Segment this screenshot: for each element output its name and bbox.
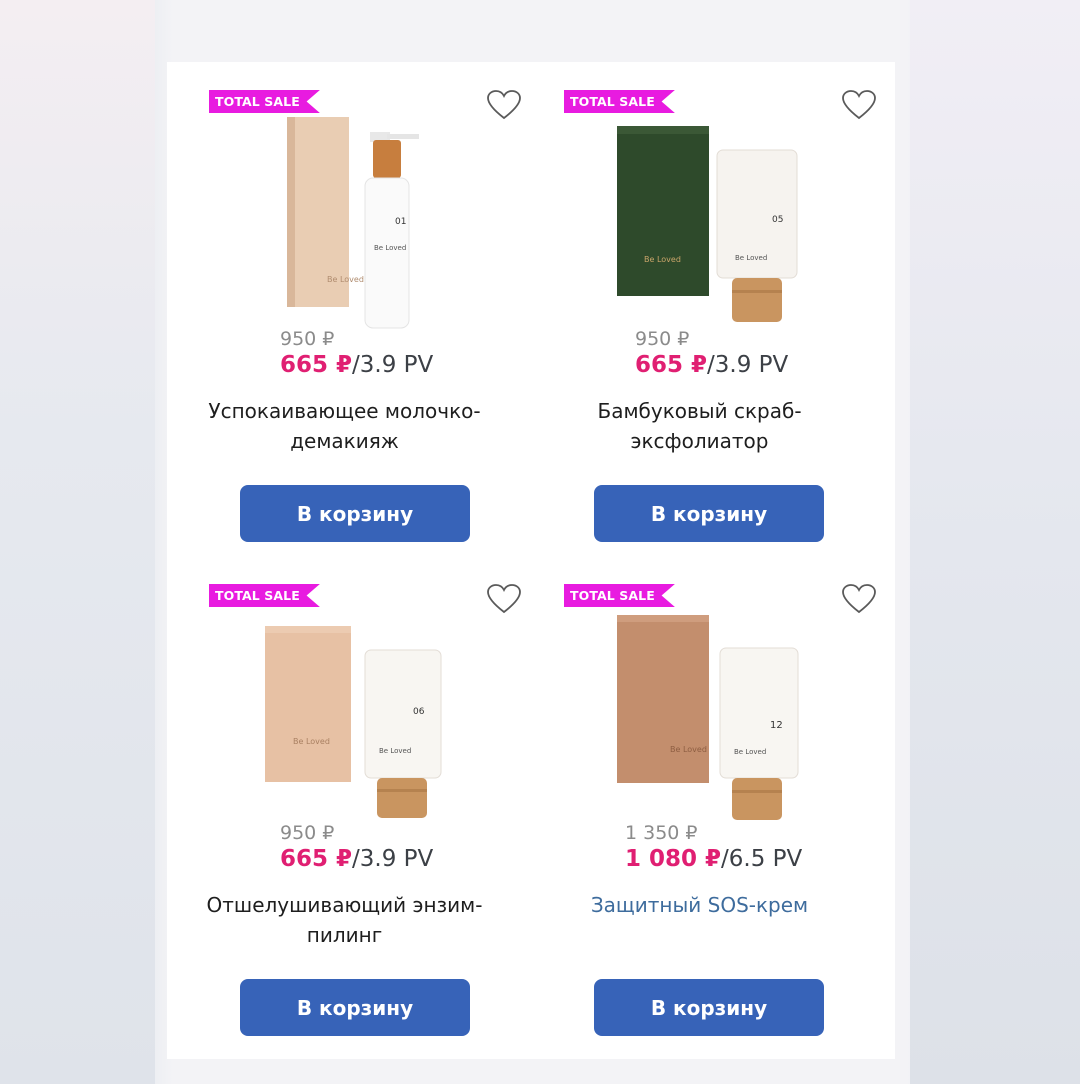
heart-icon[interactable] bbox=[487, 90, 521, 120]
product-bottle bbox=[364, 177, 410, 329]
product-image[interactable]: Be Loved Be Loved 12 bbox=[592, 606, 822, 826]
sale-badge: TOTAL SALE bbox=[564, 584, 675, 607]
sale-price: 1 080 ₽ bbox=[625, 846, 722, 872]
product-card[interactable]: TOTAL SALE Be Loved Be Loved 06 950 ₽ 66… bbox=[167, 556, 522, 1050]
svg-text:12: 12 bbox=[770, 720, 783, 731]
bamboo-cap bbox=[377, 778, 427, 818]
product-box bbox=[617, 126, 709, 296]
pv-value: /6.5 PV bbox=[721, 846, 803, 872]
product-title[interactable]: Защитный SOS-крем bbox=[542, 890, 857, 920]
add-to-cart-button[interactable]: В корзину bbox=[240, 979, 470, 1036]
svg-text:Be Loved: Be Loved bbox=[374, 244, 406, 252]
svg-text:05: 05 bbox=[772, 215, 783, 225]
heart-icon[interactable] bbox=[842, 90, 876, 120]
product-box bbox=[617, 615, 709, 783]
heart-icon[interactable] bbox=[842, 584, 876, 614]
product-title[interactable]: Успокаивающее молочко-демакияж bbox=[187, 396, 502, 456]
svg-text:Be Loved: Be Loved bbox=[293, 737, 330, 746]
sale-price: 665 ₽ bbox=[280, 846, 353, 872]
sale-price: 665 ₽ bbox=[635, 352, 708, 378]
add-to-cart-button[interactable]: В корзину bbox=[594, 979, 824, 1036]
svg-text:Be Loved: Be Loved bbox=[670, 745, 707, 754]
sale-badge: TOTAL SALE bbox=[209, 90, 320, 113]
background-left bbox=[0, 0, 155, 1084]
background-right bbox=[910, 0, 1080, 1084]
product-title[interactable]: Бамбуковый скраб-эксфолиатор bbox=[542, 396, 857, 456]
svg-text:Be Loved: Be Loved bbox=[735, 254, 767, 262]
product-title[interactable]: Отшелушивающий энзим-пилинг bbox=[187, 890, 502, 950]
svg-text:Be Loved: Be Loved bbox=[734, 748, 766, 756]
product-card[interactable]: TOTAL SALE Be Loved Be Loved 01 950 ₽ 66… bbox=[167, 62, 522, 556]
product-tube bbox=[719, 647, 799, 779]
product-tube bbox=[364, 649, 442, 779]
pv-value: /3.9 PV bbox=[352, 846, 434, 872]
product-card[interactable]: TOTAL SALE Be Loved Be Loved 12 1 350 ₽ … bbox=[522, 556, 877, 1050]
product-image[interactable]: Be Loved Be Loved 06 bbox=[237, 606, 467, 826]
product-image[interactable]: Be Loved Be Loved 05 bbox=[592, 112, 822, 332]
bamboo-cap bbox=[732, 278, 782, 322]
add-to-cart-button[interactable]: В корзину bbox=[594, 485, 824, 542]
product-grid: TOTAL SALE Be Loved Be Loved 01 950 ₽ 66… bbox=[167, 62, 895, 1059]
sale-badge: TOTAL SALE bbox=[209, 584, 320, 607]
product-image[interactable]: Be Loved Be Loved 01 bbox=[237, 112, 467, 332]
svg-text:06: 06 bbox=[413, 707, 425, 717]
product-card[interactable]: TOTAL SALE Be Loved Be Loved 05 950 ₽ 66… bbox=[522, 62, 877, 556]
product-box bbox=[265, 626, 351, 782]
add-to-cart-button[interactable]: В корзину bbox=[240, 485, 470, 542]
sale-badge: TOTAL SALE bbox=[564, 90, 675, 113]
sale-price: 665 ₽ bbox=[280, 352, 353, 378]
pv-value: /3.9 PV bbox=[352, 352, 434, 378]
bamboo-cap bbox=[732, 778, 782, 820]
svg-text:Be Loved: Be Loved bbox=[379, 747, 411, 755]
svg-text:Be Loved: Be Loved bbox=[327, 275, 364, 284]
svg-text:Be Loved: Be Loved bbox=[644, 255, 681, 264]
svg-text:01: 01 bbox=[395, 217, 406, 227]
pv-value: /3.9 PV bbox=[707, 352, 789, 378]
heart-icon[interactable] bbox=[487, 584, 521, 614]
